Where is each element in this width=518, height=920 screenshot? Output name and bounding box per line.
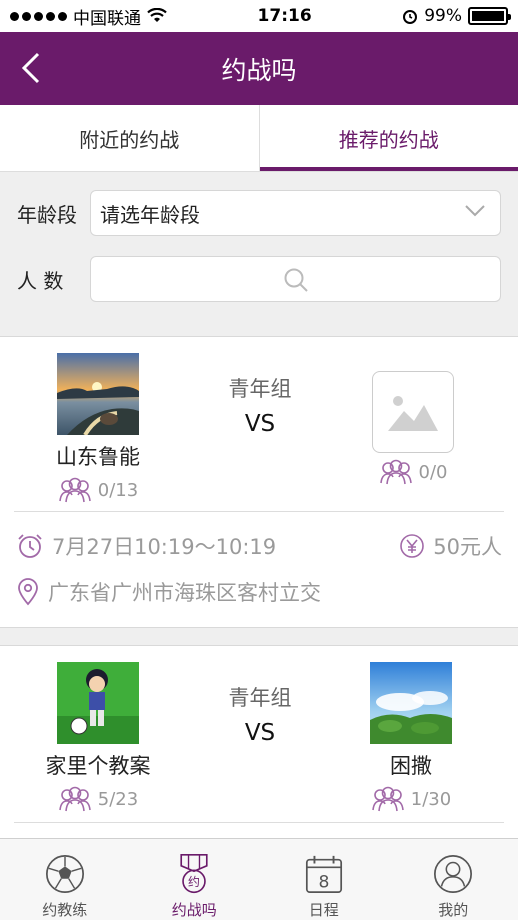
- bottom-tab-label: 约教练: [42, 901, 88, 919]
- team-b-avatar: [370, 662, 452, 744]
- clock: 17:16: [257, 6, 312, 26]
- team-b-members: 1/30: [341, 786, 481, 812]
- team-a[interactable]: 山东鲁能 0/13: [28, 353, 168, 503]
- tab-nearby[interactable]: 附近的约战: [0, 105, 259, 171]
- team-a-name: 山东鲁能: [56, 445, 140, 469]
- yen-icon: [400, 534, 425, 558]
- team-b[interactable]: 0/0: [343, 371, 483, 485]
- status-left: 中国联通: [10, 4, 167, 29]
- team-a-name: 家里个教案: [45, 754, 151, 778]
- group-icon: [58, 786, 91, 812]
- group-icon: [379, 459, 412, 485]
- alarm-clock-icon: [16, 532, 44, 560]
- signal-icon: [10, 11, 67, 21]
- chevron-down-icon: [465, 205, 485, 217]
- match-center: 青年组 VS: [190, 682, 330, 746]
- group-icon: [58, 477, 91, 503]
- match-location: 广东省广州市海珠区客村立交: [48, 581, 321, 605]
- team-a-members: 0/13: [28, 477, 168, 503]
- match-center: 青年组 VS: [190, 373, 330, 437]
- team-a-avatar: [57, 662, 139, 744]
- bottom-tab-bar: 约教练 约 约战吗 8 日程 我的: [0, 838, 518, 920]
- price-value: 50元人: [433, 535, 502, 559]
- team-b-name: 困撒: [390, 754, 432, 778]
- bottom-tab-label: 日程: [308, 901, 339, 919]
- wifi-icon: [147, 8, 167, 22]
- match-time: 7月27日10:19～10:19: [52, 535, 277, 559]
- battery-icon: [467, 7, 511, 25]
- match-card[interactable]: 山东鲁能 0/13 青年组 VS 0/0 7月27日10:19～10:19 50…: [0, 336, 518, 628]
- location-pin-icon: [16, 578, 40, 606]
- carrier: 中国联通: [73, 8, 141, 29]
- image-placeholder-icon: [372, 371, 454, 453]
- age-select-value: 请选年龄段: [100, 202, 200, 227]
- soccer-ball-icon: [45, 855, 84, 893]
- filter-panel: 年龄段 请选年龄段 人 数: [0, 171, 518, 319]
- age-group: 青年组: [228, 686, 292, 710]
- match-location-row: 广东省广州市海珠区客村立交: [16, 577, 502, 607]
- status-bar: 中国联通 17:16 99%: [0, 0, 518, 32]
- team-b-count: 0/0: [418, 461, 448, 483]
- user-icon: [434, 855, 473, 893]
- team-b-members: 0/0: [343, 459, 483, 485]
- age-filter-row: 年龄段 请选年龄段: [0, 189, 518, 237]
- tab-label: 附近的约战: [79, 127, 180, 152]
- age-group: 青年组: [228, 377, 292, 401]
- chevron-left-icon[interactable]: [14, 48, 50, 88]
- calendar-date-text: 8: [318, 872, 329, 892]
- vs-label: VS: [244, 411, 276, 437]
- tab-bar: 附近的约战 推荐的约战: [0, 105, 518, 171]
- battery-percent: 99%: [424, 6, 462, 26]
- calendar-icon: 8: [305, 855, 342, 893]
- medal-icon: 约: [180, 854, 208, 894]
- team-a-count: 0/13: [97, 479, 139, 501]
- count-label: 人 数: [17, 268, 64, 293]
- bottom-tab-label: 我的: [438, 901, 469, 919]
- team-a-avatar: [57, 353, 139, 435]
- team-a-count: 5/23: [97, 788, 139, 810]
- bottom-tab-label: 约战吗: [171, 901, 217, 919]
- age-select[interactable]: 请选年龄段: [90, 190, 501, 236]
- divider: [14, 822, 504, 823]
- nav-bar: 约战吗: [0, 32, 518, 105]
- bottom-tab-match[interactable]: 约 约战吗: [130, 839, 260, 920]
- alarm-icon: [403, 10, 418, 24]
- age-label: 年龄段: [17, 202, 77, 227]
- match-price: 50元人: [399, 531, 502, 561]
- search-icon: [284, 268, 308, 292]
- team-b[interactable]: 困撒 1/30: [341, 662, 481, 812]
- vs-label: VS: [244, 720, 276, 746]
- status-right: 99%: [402, 6, 511, 26]
- bottom-tab-mine[interactable]: 我的: [389, 839, 518, 920]
- bottom-tab-schedule[interactable]: 8 日程: [259, 839, 389, 920]
- medal-badge-text: 约: [188, 875, 200, 889]
- match-card[interactable]: 家里个教案 5/23 青年组 VS 困撒 1/30: [0, 645, 518, 845]
- page-title: 约战吗: [221, 55, 297, 85]
- tab-recommended[interactable]: 推荐的约战: [258, 105, 518, 171]
- count-search-field: [90, 256, 501, 302]
- group-icon: [371, 786, 404, 812]
- tab-label: 推荐的约战: [338, 127, 439, 152]
- bottom-tab-coach[interactable]: 约教练: [0, 839, 130, 920]
- count-filter-row: 人 数: [0, 255, 518, 303]
- team-a[interactable]: 家里个教案 5/23: [28, 662, 168, 812]
- team-b-count: 1/30: [410, 788, 452, 810]
- divider: [14, 511, 504, 512]
- team-a-members: 5/23: [28, 786, 168, 812]
